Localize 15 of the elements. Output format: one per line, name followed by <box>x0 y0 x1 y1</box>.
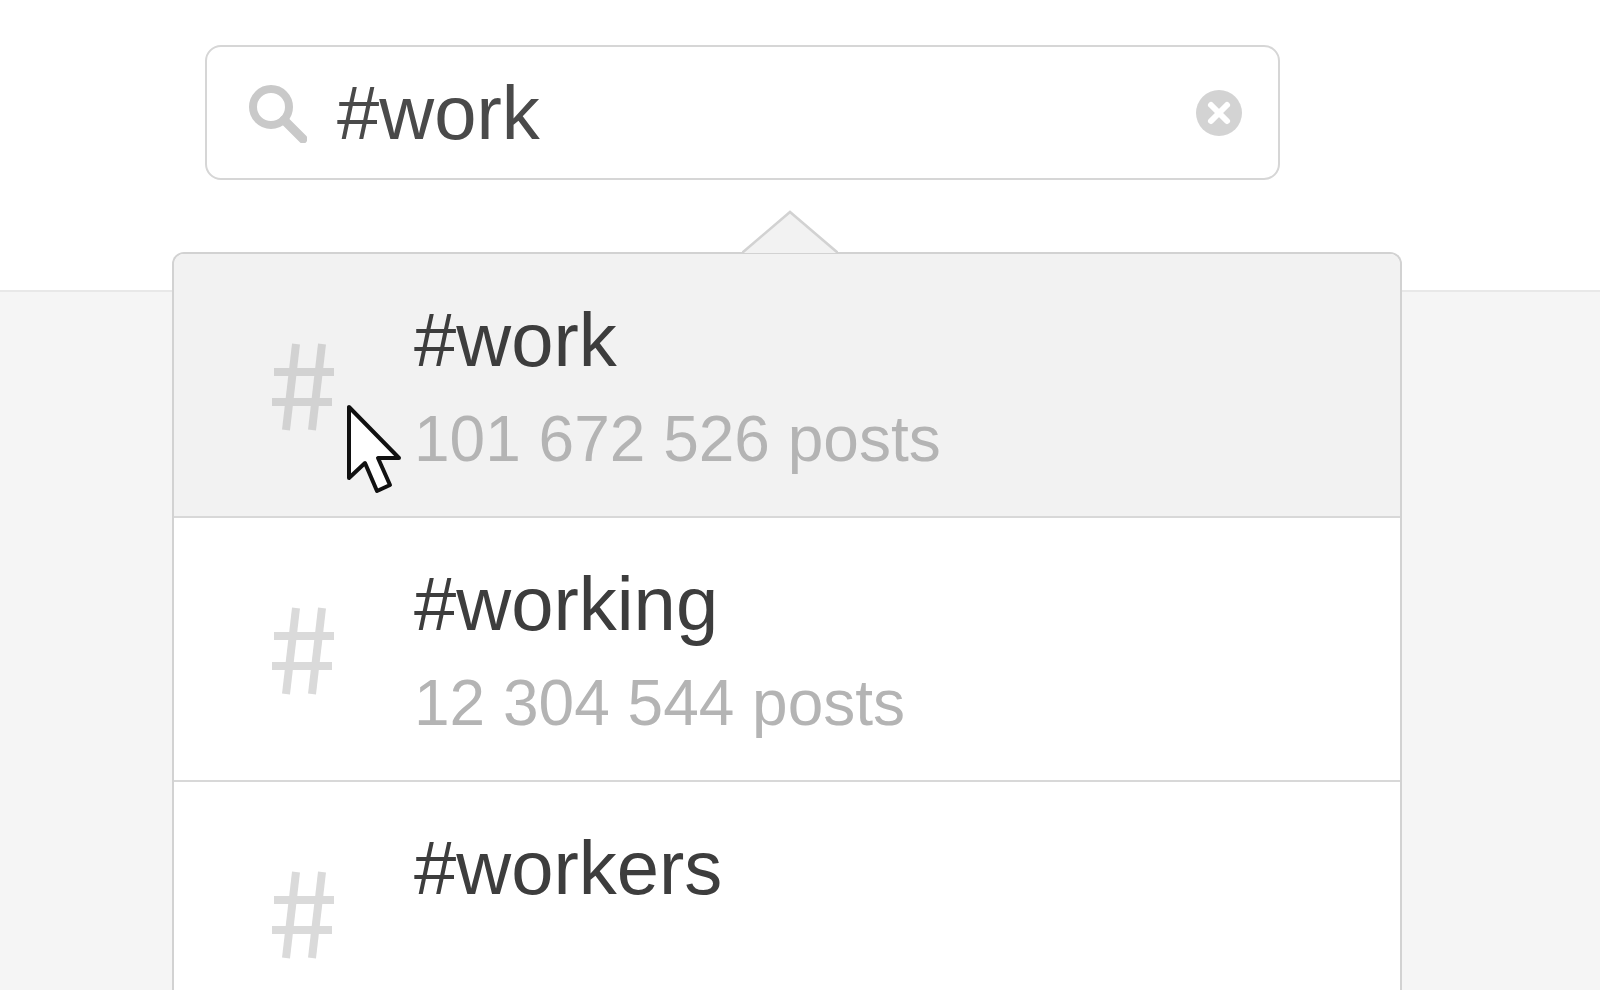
hashtag-title: #work <box>414 298 617 382</box>
hash-icon <box>270 870 336 960</box>
clear-icon <box>1196 89 1242 136</box>
cursor-arrow-icon <box>346 404 402 496</box>
search-field[interactable]: #work <box>205 45 1280 180</box>
clear-button[interactable] <box>1196 89 1242 136</box>
post-count: 12 304 544 posts <box>414 667 906 738</box>
suggestion-row[interactable]: #work 101 672 526 posts <box>174 254 1400 518</box>
hashtag-title: #working <box>414 562 719 646</box>
hashtag-title: #workers <box>414 826 723 910</box>
hash-icon <box>270 606 336 696</box>
search-icon <box>247 82 307 143</box>
post-count: 101 672 526 posts <box>414 403 941 474</box>
search-input[interactable]: #work <box>337 62 1166 163</box>
hash-icon <box>270 342 336 432</box>
